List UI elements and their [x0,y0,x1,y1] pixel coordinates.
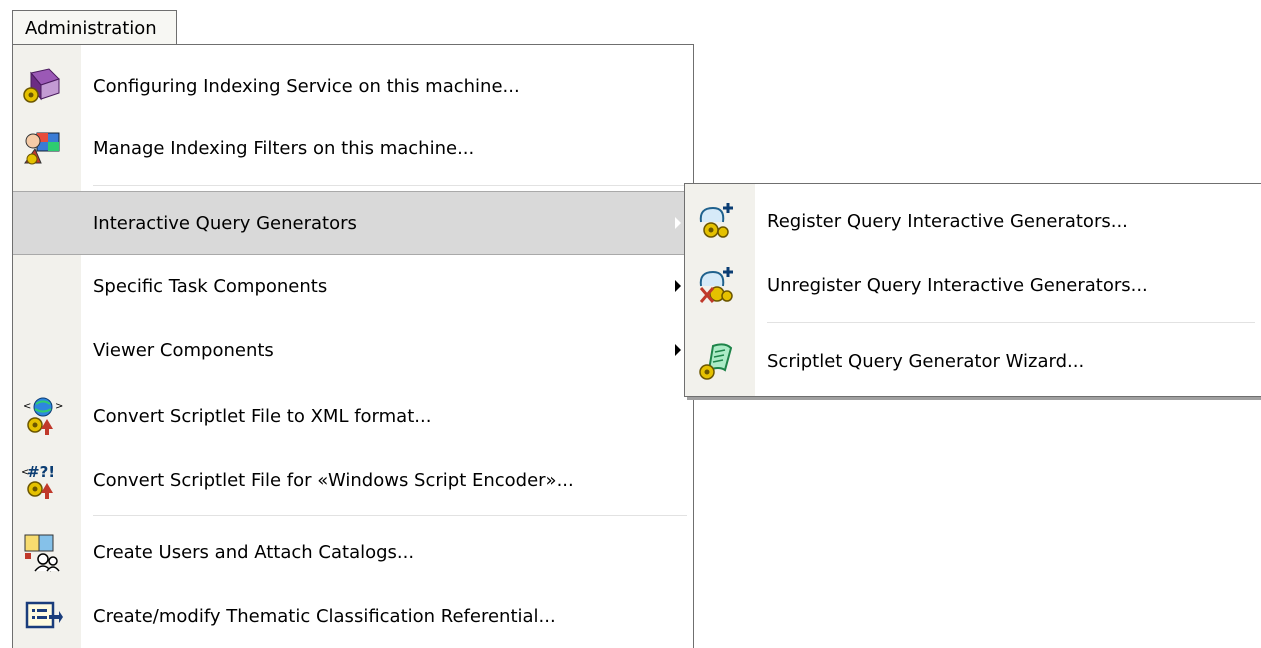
menu-separator [93,185,687,186]
menu-item-configure-indexing-service[interactable]: Configuring Indexing Service on this mac… [13,55,693,117]
submenu-arrow-icon [675,217,681,229]
submenu-item-scriptlet-wizard[interactable]: Scriptlet Query Generator Wizard... [685,330,1261,392]
menu-item-manage-indexing-filters[interactable]: Manage Indexing Filters on this machine.… [13,117,693,179]
menu-item-create-users-catalogs[interactable]: Create Users and Attach Catalogs... [13,521,693,583]
submenu-item-label: Unregister Query Interactive Generators.… [767,274,1148,296]
submenu-item-label: Register Query Interactive Generators... [767,210,1128,232]
script-encoder-icon: #?! < [21,463,55,499]
administration-menu-tab[interactable]: Administration [12,10,177,45]
menu-item-label: Convert Scriptlet File for «Windows Scri… [93,469,574,491]
menu-item-label: Interactive Query Generators [93,212,357,234]
administration-dropdown-menu: Configuring Indexing Service on this mac… [12,44,694,648]
submenu-arrow-icon [675,280,681,292]
svg-text:<: < [23,401,31,412]
menu-item-label: Configuring Indexing Service on this mac… [93,75,520,97]
menu-item-label: Create/modify Thematic Classification Re… [93,605,556,627]
submenu-arrow-icon [675,344,681,356]
administration-menu-label: Administration [25,18,157,39]
menu-item-interactive-query-generators[interactable]: Interactive Query Generators [13,191,693,255]
menu-item-specific-task-components[interactable]: Specific Task Components [13,255,693,317]
scriptlet-xml-icon: < > [23,397,63,435]
menu-separator [93,515,687,516]
unregister-generator-icon [699,267,733,303]
indexing-filters-icon [24,132,60,165]
submenu-item-register-generators[interactable]: Register Query Interactive Generators... [685,190,1261,252]
submenu-item-label: Scriptlet Query Generator Wizard... [767,350,1085,372]
svg-text:<: < [21,467,29,478]
menu-item-label: Manage Indexing Filters on this machine.… [93,137,475,159]
submenu-separator [767,322,1255,323]
scriptlet-wizard-icon [699,343,733,380]
menu-item-label: Viewer Components [93,339,274,361]
menu-item-thematic-classification[interactable]: Create/modify Thematic Classification Re… [13,585,693,647]
indexing-service-icon [23,68,60,103]
menu-item-convert-scriptlet-encoder[interactable]: #?! < Convert Scriptlet File for «Window… [13,449,693,511]
interactive-query-generators-submenu: Register Query Interactive Generators...… [684,183,1261,397]
submenu-item-unregister-generators[interactable]: Unregister Query Interactive Generators.… [685,254,1261,316]
menu-item-label: Convert Scriptlet File to XML format... [93,405,432,427]
menu-item-convert-scriptlet-xml[interactable]: < > Convert Scriptlet File to XML format… [13,385,693,447]
menu-item-label: Create Users and Attach Catalogs... [93,541,415,563]
svg-text:#?!: #?! [27,463,55,481]
users-catalogs-icon [24,534,60,572]
svg-text:>: > [55,401,63,412]
menu-item-viewer-components[interactable]: Viewer Components [13,319,693,381]
menu-item-label: Specific Task Components [93,275,328,297]
register-generator-icon [699,203,733,238]
thematic-classification-icon [25,601,63,629]
